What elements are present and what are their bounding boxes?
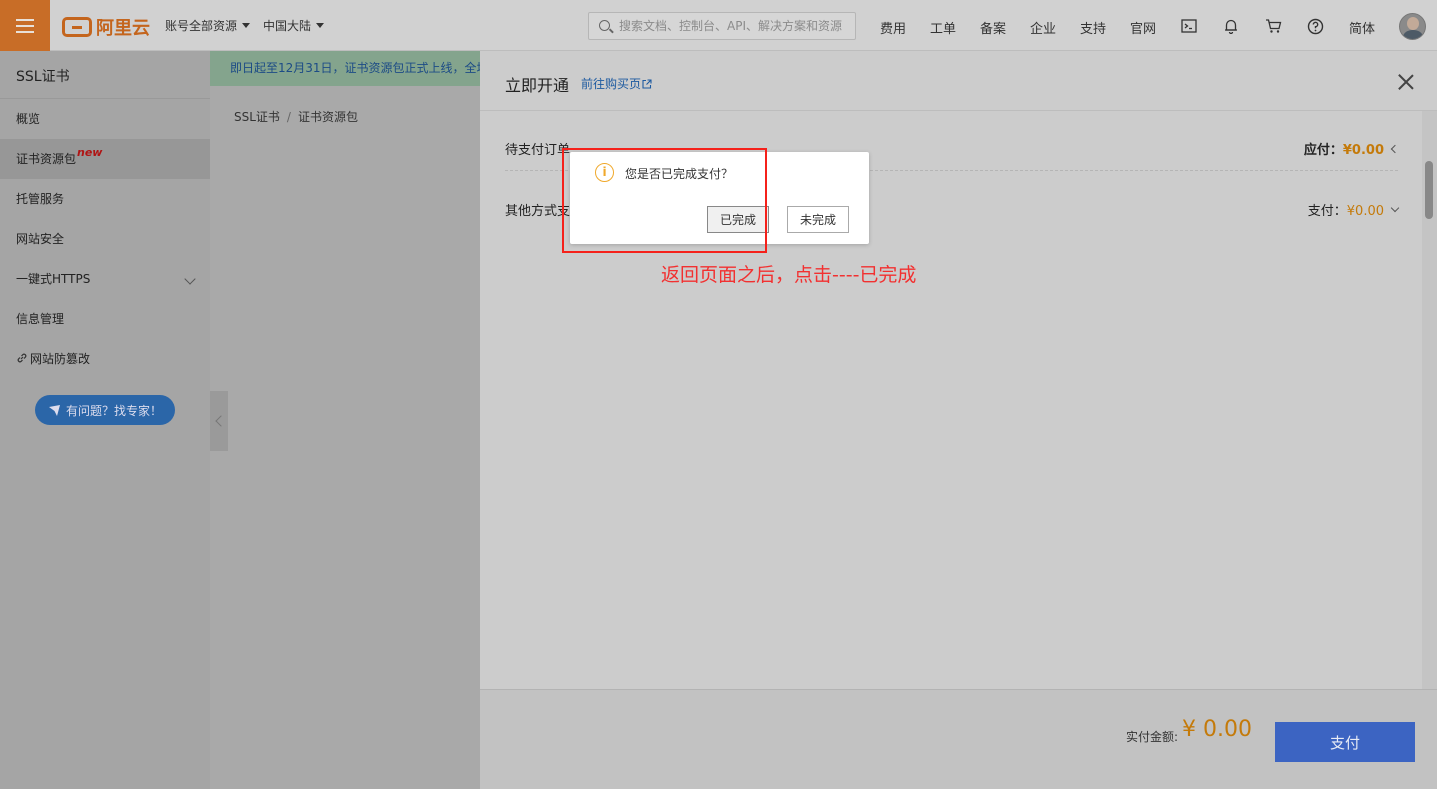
sidebar-item-label: 信息管理: [16, 312, 65, 326]
search-input[interactable]: [619, 17, 851, 35]
sidebar-item-cert-resource-pack[interactable]: 证书资源包new: [0, 139, 210, 179]
sidebar-item-label: 网站防篡改: [30, 352, 91, 366]
row-label: 待支付订单: [505, 143, 571, 158]
instruction-annotation: 返回页面之后，点击----已完成: [661, 264, 917, 286]
sidebar-item-one-click-https[interactable]: 一键式HTTPS: [0, 259, 210, 299]
sidebar-item-label: 概览: [16, 112, 41, 126]
payable-label: 应付：: [1303, 143, 1343, 158]
nav-enterprise[interactable]: 企业: [1030, 18, 1056, 37]
payable-amount: ¥0.00: [1342, 143, 1384, 158]
chevron-down-icon: [184, 273, 196, 285]
close-icon[interactable]: [1397, 73, 1415, 91]
promo-notice-banner: 即日起至12月31日，证书资源包正式上线，全场: [210, 51, 480, 86]
aliyun-logo[interactable]: 阿里云: [62, 14, 150, 40]
aliyun-logo-icon: [62, 17, 92, 37]
breadcrumb-item: 证书资源包: [297, 110, 358, 124]
sidebar-title: SSL证书: [0, 51, 210, 99]
completed-button[interactable]: 已完成: [707, 206, 769, 233]
sidebar-item-overview[interactable]: 概览: [0, 99, 210, 139]
help-icon[interactable]: [1305, 16, 1325, 36]
go-to-purchase-label: 前往购买页: [581, 77, 642, 91]
scrollbar[interactable]: [1422, 111, 1437, 689]
sidebar-collapse-handle[interactable]: [210, 391, 228, 451]
actual-amount-value: ¥ 0.00: [1182, 717, 1252, 742]
nav-official-site[interactable]: 官网: [1130, 18, 1156, 37]
pay-label: 支付：: [1307, 204, 1347, 219]
chevron-left-icon: [1390, 144, 1400, 154]
sidebar-item-label: 托管服务: [16, 192, 65, 206]
breadcrumb: SSL证书 / 证书资源包: [234, 108, 358, 125]
info-warning-icon: i: [595, 163, 614, 182]
user-avatar[interactable]: [1399, 13, 1426, 40]
not-completed-button[interactable]: 未完成: [787, 206, 849, 233]
nav-tickets[interactable]: 工单: [930, 18, 956, 37]
terminal-icon[interactable]: [1179, 16, 1199, 36]
drawer-header: 立即开通 前往购买页: [480, 51, 1437, 111]
sidebar-item-label: 一键式HTTPS: [16, 272, 91, 286]
external-link-icon: [642, 79, 652, 89]
region-dropdown-label: 中国大陆: [263, 19, 312, 33]
hamburger-menu-button[interactable]: [0, 0, 50, 51]
pay-button[interactable]: 支付: [1275, 722, 1415, 762]
actual-amount-label: 实付金额:: [1126, 730, 1179, 744]
top-navigation-bar: 阿里云 账号全部资源 中国大陆 费用 工单 备案 企业 支持 官网 简体: [0, 0, 1437, 51]
region-dropdown[interactable]: 中国大陆: [263, 17, 325, 34]
search-icon: [599, 20, 610, 31]
account-resource-dropdown[interactable]: 账号全部资源: [165, 17, 251, 34]
pin-icon: [48, 404, 60, 416]
account-dropdown-label: 账号全部资源: [165, 19, 238, 33]
sidebar-item-info-management[interactable]: 信息管理: [0, 299, 210, 339]
sidebar-item-label: 证书资源包: [16, 152, 77, 166]
search-box: [588, 12, 856, 40]
row-amount: 应付：¥0.00: [1303, 139, 1400, 158]
scrollbar-thumb[interactable]: [1425, 161, 1433, 219]
link-icon: [17, 353, 27, 363]
cart-icon[interactable]: [1263, 16, 1283, 36]
sidebar-item-hosting-service[interactable]: 托管服务: [0, 179, 210, 219]
sidebar-item-website-security[interactable]: 网站安全: [0, 219, 210, 259]
logo-text: 阿里云: [96, 18, 150, 39]
sidebar: SSL证书 概览 证书资源包new 托管服务 网站安全 一键式HTTPS 信息管…: [0, 51, 210, 789]
bell-icon[interactable]: [1221, 16, 1241, 36]
caret-down-icon: [242, 23, 251, 28]
ask-expert-label: 有问题？找专家！: [65, 403, 162, 418]
pay-amount: ¥0.00: [1346, 204, 1384, 219]
go-to-purchase-link[interactable]: 前往购买页: [581, 75, 652, 92]
nav-support[interactable]: 支持: [1080, 18, 1106, 37]
breadcrumb-item[interactable]: SSL证书: [234, 110, 280, 124]
sidebar-item-anti-tamper[interactable]: 网站防篡改: [0, 339, 210, 379]
hamburger-icon: [16, 18, 34, 33]
nav-icp-filing[interactable]: 备案: [980, 18, 1006, 37]
breadcrumb-separator: /: [286, 110, 291, 124]
drawer-title: 立即开通: [505, 76, 570, 95]
new-badge: new: [77, 146, 103, 159]
chevron-down-icon: [1390, 203, 1400, 213]
language-switch[interactable]: 简体: [1349, 18, 1375, 37]
drawer-footer: 实付金额: ¥ 0.00 支付: [480, 689, 1437, 789]
row-label: 其他方式支: [505, 204, 571, 219]
sidebar-item-label: 网站安全: [16, 232, 65, 246]
caret-down-icon: [316, 23, 325, 28]
row-amount: 支付：¥0.00: [1307, 200, 1400, 219]
nav-fees[interactable]: 费用: [880, 18, 906, 37]
dialog-message: 您是否已完成支付？: [625, 167, 734, 181]
ask-expert-button[interactable]: 有问题？找专家！: [35, 395, 175, 425]
payment-confirm-dialog: i 您是否已完成支付？ 已完成 未完成: [570, 152, 869, 244]
